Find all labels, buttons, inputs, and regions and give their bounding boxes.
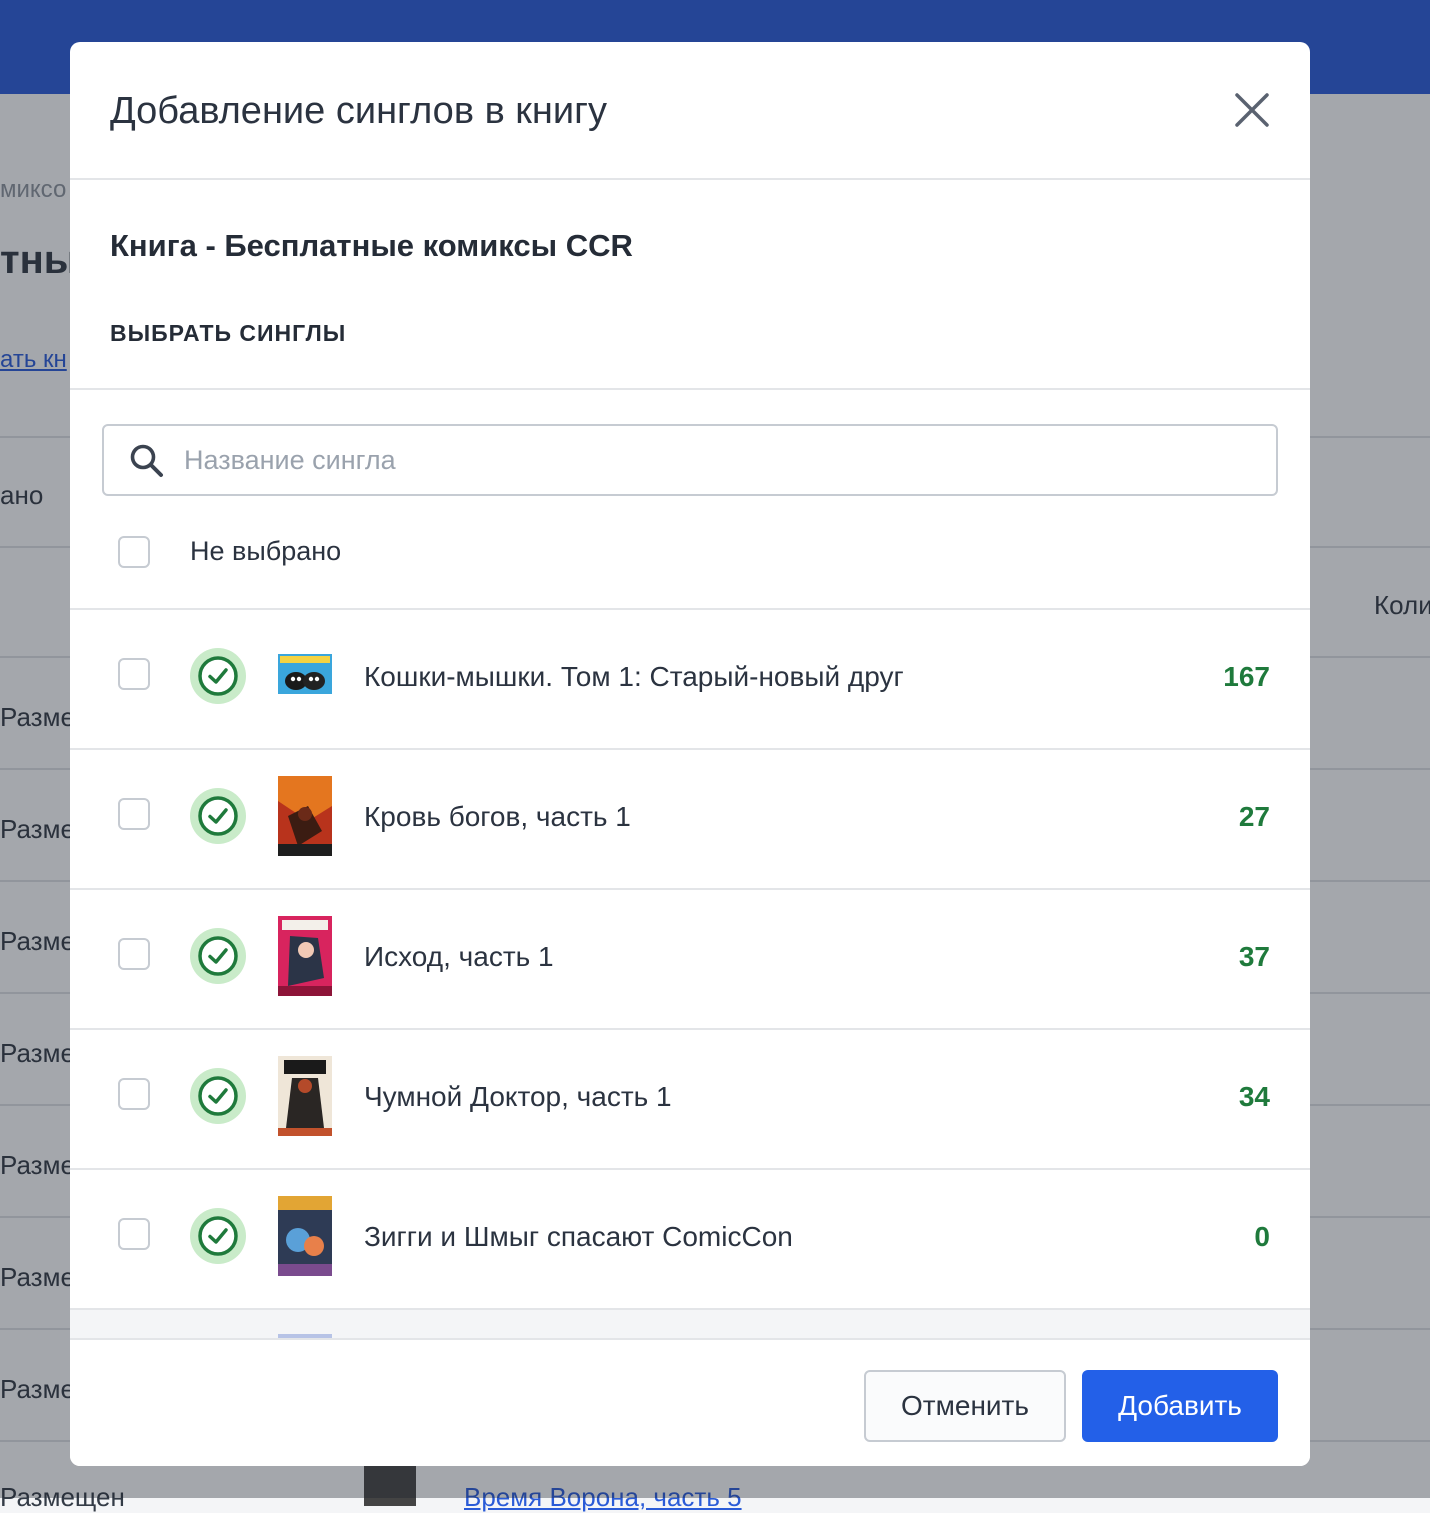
modal-footer: Отменить Добавить (70, 1338, 1310, 1466)
modal-title: Добавление синглов в книгу (110, 90, 608, 132)
cover-image (278, 776, 332, 856)
list-item[interactable]: Кошки-мышки. Том 1: Старый-новый друг 16… (70, 610, 1310, 750)
book-title: Книга - Бесплатные комиксы CCR (110, 228, 633, 263)
cover-image (278, 916, 332, 996)
select-all-label: Не выбрано (190, 536, 342, 566)
add-singles-modal: Добавление синглов в книгу Книга - Беспл… (70, 42, 1310, 1466)
item-count: 167 (1223, 661, 1270, 692)
section-label: ВЫБРАТЬ СИНГЛЫ (110, 320, 347, 346)
item-checkbox[interactable] (118, 798, 150, 830)
divider (70, 388, 1310, 390)
search-box[interactable] (102, 424, 1278, 496)
cover-image (278, 1196, 332, 1276)
search-input[interactable] (184, 426, 1264, 494)
item-checkbox[interactable] (118, 658, 150, 690)
item-count: 34 (1238, 1081, 1270, 1112)
list-item[interactable]: Исход, часть 1 37 (70, 890, 1310, 1030)
cover-image (278, 1056, 332, 1136)
check-circle-icon (190, 648, 246, 704)
item-title: Кровь богов, часть 1 (364, 801, 631, 832)
item-title: Зигги и Шмыг спасают ComicCon (364, 1221, 793, 1252)
item-count: 0 (1254, 1221, 1270, 1252)
check-circle-icon (190, 928, 246, 984)
item-checkbox[interactable] (118, 1218, 150, 1250)
item-title: Исход, часть 1 (364, 941, 554, 972)
list-item[interactable]: Кровь богов, часть 1 27 (70, 750, 1310, 890)
list-item[interactable]: Чумной Доктор, часть 1 34 (70, 1030, 1310, 1170)
select-all-checkbox[interactable] (118, 536, 150, 568)
item-title: Кошки-мышки. Том 1: Старый-новый друг (364, 661, 904, 692)
item-count: 37 (1238, 941, 1270, 972)
item-title: Чумной Доктор, часть 1 (364, 1081, 672, 1112)
check-circle-icon (190, 788, 246, 844)
cancel-button[interactable]: Отменить (864, 1370, 1066, 1442)
item-count: 27 (1238, 801, 1270, 832)
list-item[interactable]: Зигги и Шмыг спасают ComicCon 0 (70, 1170, 1310, 1310)
check-circle-icon (190, 1208, 246, 1264)
add-button[interactable]: Добавить (1082, 1370, 1278, 1442)
search-icon (130, 444, 163, 477)
item-checkbox[interactable] (118, 1078, 150, 1110)
cover-image (278, 654, 332, 694)
modal-header: Добавление синглов в книгу (70, 42, 1310, 180)
close-button[interactable] (1232, 90, 1272, 130)
check-circle-icon (190, 1068, 246, 1124)
item-checkbox[interactable] (118, 938, 150, 970)
close-icon (1235, 93, 1269, 127)
